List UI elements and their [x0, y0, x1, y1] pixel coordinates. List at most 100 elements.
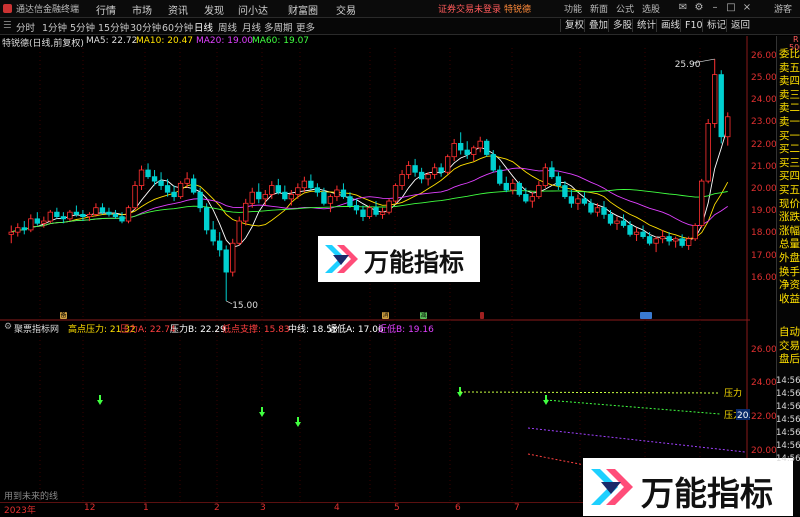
support-line — [527, 427, 746, 453]
indicator-name[interactable]: 聚票指标网 — [14, 322, 59, 335]
panel-option-label[interactable]: 盘后 — [779, 353, 800, 365]
watermark-corner: 万能指标 — [583, 458, 793, 516]
settings-icon[interactable]: ⚙ — [692, 1, 706, 15]
trading-terminal: 通达信金融终端 行情 市场 资讯 发现 问小达 财富圈 交易 证券交易未登录 特… — [0, 0, 800, 516]
tab-intraday[interactable]: 分时 — [16, 20, 35, 34]
back-button[interactable]: 返回 — [726, 19, 754, 32]
candle-body — [392, 185, 399, 202]
event-marker[interactable] — [480, 312, 484, 319]
candle-body — [510, 182, 516, 191]
tab-30min[interactable]: 30分钟 — [130, 20, 161, 34]
candle-body — [555, 176, 562, 186]
quote-field-label: 卖五 — [779, 61, 800, 74]
date-tick-label: 7 — [514, 503, 520, 513]
menu-item-wealth[interactable]: 财富圈 — [288, 2, 318, 17]
quote-field-label: 总量 — [779, 238, 800, 251]
tab-more[interactable]: 更多 — [296, 20, 315, 34]
candle-body — [223, 249, 229, 273]
menu-item-discover[interactable]: 发现 — [204, 2, 224, 17]
candle-body — [314, 187, 321, 193]
price-tick-label: 18.00 — [751, 228, 777, 239]
candle-body — [243, 202, 249, 222]
date-tick-label: 2 — [214, 503, 220, 513]
maximize-icon[interactable]: □ — [724, 1, 738, 15]
candle-body — [607, 213, 614, 224]
tab-weekly[interactable]: 周线 — [218, 20, 237, 34]
menu-function[interactable]: 功能 — [564, 2, 582, 15]
candle-body — [412, 165, 418, 173]
candle-body — [269, 185, 275, 195]
tab-5min[interactable]: 5分钟 — [70, 20, 95, 34]
tab-15min[interactable]: 15分钟 — [98, 20, 129, 34]
quote-field-label: 外盘 — [779, 252, 800, 264]
candle-body — [451, 142, 457, 158]
pressure-value: 20.92 — [737, 411, 750, 421]
candle-body — [177, 182, 184, 198]
trade-time: 14:56 — [776, 415, 800, 425]
candle-body — [529, 196, 536, 202]
tab-monthly[interactable]: 月线 — [242, 20, 261, 34]
app-title: 通达信金融终端 — [16, 5, 80, 15]
event-marker[interactable] — [640, 312, 652, 319]
candle-body — [8, 231, 14, 235]
candle-body — [321, 191, 327, 204]
quote-field-label: 现价 — [779, 197, 800, 210]
panel-option-label[interactable]: 自动 — [779, 326, 800, 338]
pressure-label: 压力 — [724, 387, 742, 399]
menu-stock-picker[interactable]: 选股 — [642, 2, 660, 15]
guest-user[interactable]: 游客 — [774, 2, 792, 15]
pressure-line-a — [459, 391, 721, 394]
tab-multi-period[interactable]: 多周期 — [264, 20, 293, 34]
toolbar-menu-icon[interactable]: ☰ — [3, 20, 12, 31]
menu-item-market[interactable]: 市场 — [132, 2, 152, 17]
indicator-tick-label: 22.00 — [751, 412, 777, 422]
indicator-info-line: ⚙ 聚票指标网 高点压力: 21.32 压力A: 22.74 压力B: 22.2… — [0, 322, 750, 335]
price-tick-label: 17.00 — [751, 250, 777, 261]
candle-body — [34, 218, 40, 224]
candle-body — [145, 169, 151, 178]
menu-formula[interactable]: 公式 — [616, 2, 634, 15]
trade-time: 14:56 — [776, 454, 800, 464]
event-marker[interactable]: 消 — [382, 312, 389, 319]
candle-body — [431, 167, 438, 175]
candle-body — [562, 185, 568, 198]
menu-item-trade[interactable]: 交易 — [336, 2, 356, 17]
tab-60min[interactable]: 60分钟 — [162, 20, 193, 34]
price-tick-label: 24.00 — [751, 95, 777, 106]
date-tick-label: 1 — [143, 503, 149, 513]
event-marker[interactable]: 减 — [420, 312, 427, 319]
candle-body — [366, 207, 373, 218]
candle-body — [581, 198, 588, 204]
candle-body — [458, 142, 464, 151]
candle-body — [568, 196, 575, 204]
ma20-value: MA20: 19.00 — [196, 36, 254, 46]
panel-option-label[interactable]: 交易 — [779, 340, 800, 352]
watermark-text: 万能指标 — [364, 248, 465, 277]
close-icon[interactable]: × — [740, 1, 754, 15]
login-status[interactable]: 证券交易未登录 — [438, 2, 501, 15]
trade-time: 14:56 — [776, 389, 800, 399]
watermark-center: 万能指标 — [318, 236, 480, 282]
event-marker[interactable]: 备 — [60, 312, 67, 319]
menu-item-ask[interactable]: 问小达 — [238, 2, 268, 17]
candle-body — [327, 196, 334, 204]
tab-daily[interactable]: 日线 — [194, 20, 213, 34]
ind-recent-low-b: 近低B: 19.16 — [378, 325, 434, 335]
menu-item-news[interactable]: 资讯 — [168, 2, 188, 17]
tab-1min[interactable]: 1分钟 — [42, 20, 67, 34]
candle-body — [614, 220, 620, 224]
candle-body — [360, 209, 366, 218]
minimize-icon[interactable]: – — [708, 1, 722, 15]
menu-item-quotes[interactable]: 行情 — [96, 2, 116, 17]
mail-icon[interactable]: ✉ — [676, 1, 690, 15]
indicator-settings-icon[interactable]: ⚙ — [4, 322, 12, 332]
menu-new-panel[interactable]: 新面 — [590, 2, 608, 15]
candle-body — [112, 213, 119, 218]
candle-body — [653, 238, 659, 244]
price-tick-label: 21.00 — [751, 161, 777, 172]
date-tick-label: 4 — [334, 503, 340, 513]
candle-body — [471, 147, 477, 155]
candle-body — [692, 225, 698, 240]
candle-body — [712, 74, 718, 124]
price-tick-label: 19.00 — [751, 206, 777, 217]
